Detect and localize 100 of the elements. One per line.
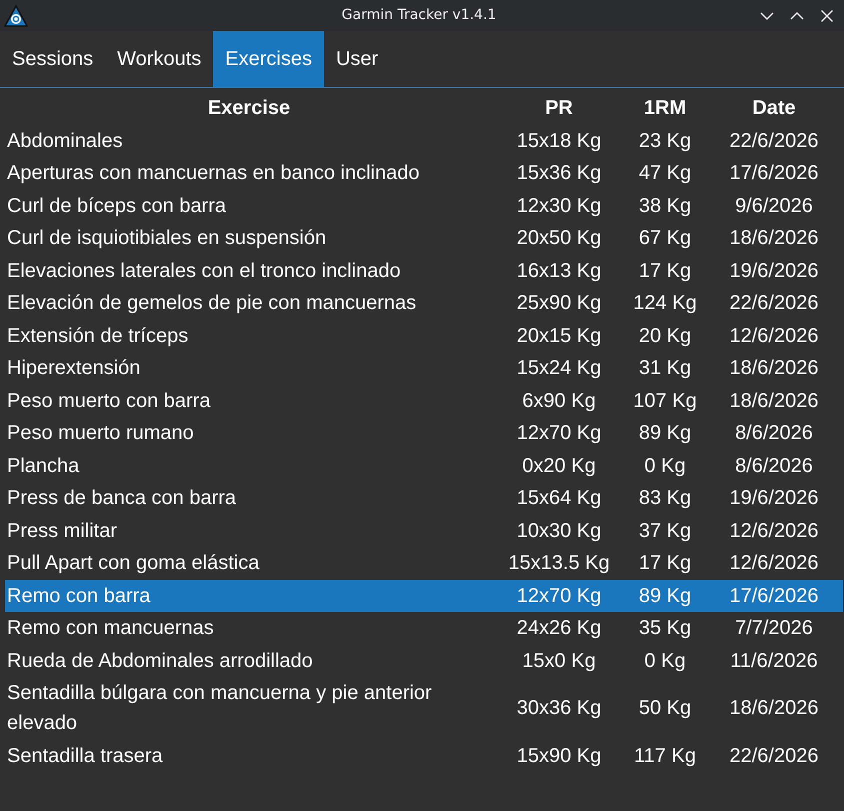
table-cell-text: 18/6/2026 <box>728 356 820 382</box>
table-cell-text: 15x0 Kg <box>521 648 597 674</box>
table-cell-text: 18/6/2026 <box>728 388 820 414</box>
table-cell-text: 6x90 Kg <box>521 388 597 414</box>
close-icon[interactable] <box>820 8 834 22</box>
table-cell-text: 17 Kg <box>638 551 692 576</box>
table-cell-text: 11/6/2026 <box>729 648 819 674</box>
table-cell-text: Curl de bíceps con barra <box>6 194 228 219</box>
table-row[interactable]: Hiperextensión 15x24 Kg 31 Kg 18/6/2026 <box>5 352 843 384</box>
table-row[interactable]: Curl de isquiotibiales en suspensión 20x50 Kg 67 Kg 18/6/2026 <box>5 222 843 254</box>
table-cell: 12x70 Kg <box>493 580 625 612</box>
table-cell-text: 20x15 Kg <box>516 324 602 349</box>
table-row[interactable]: Press de banca con barra 15x64 Kg 83 Kg 19/6/2026 <box>5 482 843 514</box>
table-cell-text: 50 Kg <box>638 696 692 722</box>
table-cell: Remo con mancuernas <box>5 612 493 644</box>
table-cell-text: 89 Kg <box>638 421 692 446</box>
table-cell-text: 22/6/2026 <box>728 744 820 769</box>
table-cell-text: Extensión de tríceps <box>6 324 190 349</box>
table-cell-text: 19/6/2026 <box>728 486 820 512</box>
table-cell-text: 12/6/2026 <box>728 324 820 349</box>
table-cell-text: 37 Kg <box>638 518 692 544</box>
table-cell-text: 17 Kg <box>638 258 692 284</box>
table-cell-text: 15x13.5 Kg <box>507 551 611 576</box>
table-cell-text: 38 Kg <box>638 194 692 219</box>
table-row[interactable]: Abdominales 15x18 Kg 23 Kg 22/6/2026 <box>5 124 843 157</box>
column-header[interactable]: 1RM <box>625 92 705 124</box>
table-cell-text: 15x18 Kg <box>516 128 602 154</box>
tab[interactable]: Exercises <box>213 31 324 87</box>
table-cell-text: 23 Kg <box>638 128 692 154</box>
table-row[interactable]: Peso muerto rumano 12x70 Kg 89 Kg 8/6/2026 <box>5 417 843 450</box>
tab[interactable]: User <box>324 31 390 87</box>
table-cell-text: Peso muerto con barra <box>6 388 212 414</box>
table-cell-text: 117 Kg <box>633 744 697 769</box>
table-cell-text: 83 Kg <box>638 486 692 512</box>
table-cell-text: Hiperextensión <box>6 356 142 382</box>
table-cell-text: 0 Kg <box>643 648 687 674</box>
tab[interactable]: Workouts <box>105 31 214 87</box>
table-cell-text: 124 Kg <box>632 291 698 316</box>
table-cell-text: 107 Kg <box>632 388 698 414</box>
table-cell-text: Elevaciones laterales con el tronco inclinado <box>6 258 402 284</box>
table-cell-text: Plancha <box>6 454 80 479</box>
table-cell-text: 18/6/2026 <box>728 696 820 722</box>
table-row[interactable]: Elevaciones laterales con el tronco inclinado 16x13 Kg 17 Kg 19/6/2026 <box>5 254 843 287</box>
table-cell-text: 22/6/2026 <box>728 291 820 316</box>
table-cell-text: Sentadilla trasera <box>6 744 164 769</box>
table-row[interactable]: Pull Apart con goma elástica 15x13.5 Kg 17 Kg 12/6/2026 <box>5 547 843 580</box>
table-row[interactable]: Elevación de gemelos de pie con mancuernas 25x90 Kg 124 Kg 22/6/2026 <box>5 287 843 320</box>
table-cell: 7/7/2026 <box>705 612 843 644</box>
table-cell-text: 19/6/2026 <box>728 258 820 284</box>
table-cell-text: 0x20 Kg <box>521 454 597 479</box>
table-cell-text: Sentadilla búlgara con mancuerna y pie anterior elevado <box>6 681 433 736</box>
table-cell-text: Aperturas con mancuernas en banco inclinado <box>6 161 420 186</box>
tab[interactable]: Sessions <box>0 31 106 87</box>
table-cell-text: 12/6/2026 <box>728 518 820 544</box>
table-row[interactable]: Curl de bíceps con barra 12x30 Kg 38 Kg 9/6/2026 <box>5 190 843 222</box>
table-cell-text: 12x70 Kg <box>516 421 602 446</box>
table-cell: 35 Kg <box>625 612 705 644</box>
table-cell-text: Pull Apart con goma elástica <box>6 551 260 576</box>
table-cell-text: Curl de isquiotibiales en suspensión <box>6 226 328 252</box>
column-header[interactable]: Date <box>705 92 843 124</box>
table-cell-text: 22/6/2026 <box>728 128 820 154</box>
table-cell-text: 67 Kg <box>638 226 692 252</box>
table-cell: 17/6/2026 <box>705 580 843 612</box>
table-cell-text: 18/6/2026 <box>728 226 820 252</box>
table-cell-text: 17/6/2026 <box>728 161 820 186</box>
table-cell-text: 31 Kg <box>638 356 692 382</box>
table-cell-text: 16x13 Kg <box>516 258 602 284</box>
table-cell-text: 15x90 Kg <box>516 744 602 769</box>
table-cell-text: 30x36 Kg <box>516 696 602 722</box>
table-cell-text: 15x36 Kg <box>516 161 602 186</box>
app-logo-icon <box>4 4 28 26</box>
table-cell-text: Abdominales <box>6 128 124 154</box>
table-row[interactable]: Sentadilla búlgara con mancuerna y pie anterior elevado 30x36 Kg 50 Kg 18/6/2026 <box>5 677 843 740</box>
window-title: Garmin Tracker v1.4.1 <box>342 6 496 25</box>
table-cell-text: 0 Kg <box>643 454 687 479</box>
table-cell: 24x26 Kg <box>493 612 625 644</box>
table-row[interactable]: Sentadilla trasera 15x90 Kg 117 Kg 22/6/2026 <box>5 740 843 772</box>
table-cell-text: Peso muerto rumano <box>6 421 195 446</box>
table-cell-text: Press de banca con barra <box>6 486 238 512</box>
table-row[interactable]: Rueda de Abdominales arrodillado 15x0 Kg 0 Kg 11/6/2026 <box>5 644 843 677</box>
table-row[interactable]: Extensión de tríceps 20x15 Kg 20 Kg 12/6/2026 <box>5 320 843 352</box>
table-cell-text: Press militar <box>6 518 118 544</box>
table-cell-text: 10x30 Kg <box>516 518 602 544</box>
table-cell-text: 9/6/2026 <box>734 194 814 219</box>
table-cell-text: 25x90 Kg <box>516 291 602 316</box>
table-cell: 89 Kg <box>625 580 705 612</box>
table-cell-text: 12x30 Kg <box>516 194 602 219</box>
table-row[interactable]: Press militar 10x30 Kg 37 Kg 12/6/2026 <box>5 514 843 547</box>
column-header[interactable]: PR <box>493 92 625 124</box>
table-cell-text: 20 Kg <box>638 324 692 349</box>
table-cell-text: 8/6/2026 <box>734 421 814 446</box>
table-cell-text: 8/6/2026 <box>734 454 814 479</box>
table-row[interactable]: Peso muerto con barra 6x90 Kg 107 Kg 18/6/2026 <box>5 384 843 417</box>
table-cell-text: 12/6/2026 <box>728 551 820 576</box>
table-row[interactable]: Remo con mancuernas 24x26 Kg 35 Kg 7/7/2026 <box>5 612 843 644</box>
column-header[interactable]: Exercise <box>5 92 493 124</box>
table-cell-text: Elevación de gemelos de pie con mancuernas <box>6 291 418 316</box>
table-cell-text: 15x64 Kg <box>516 486 602 512</box>
table-row[interactable]: Aperturas con mancuernas en banco inclinado 15x36 Kg 47 Kg 17/6/2026 <box>5 157 843 190</box>
table-row[interactable]: Plancha 0x20 Kg 0 Kg 8/6/2026 <box>5 450 843 482</box>
